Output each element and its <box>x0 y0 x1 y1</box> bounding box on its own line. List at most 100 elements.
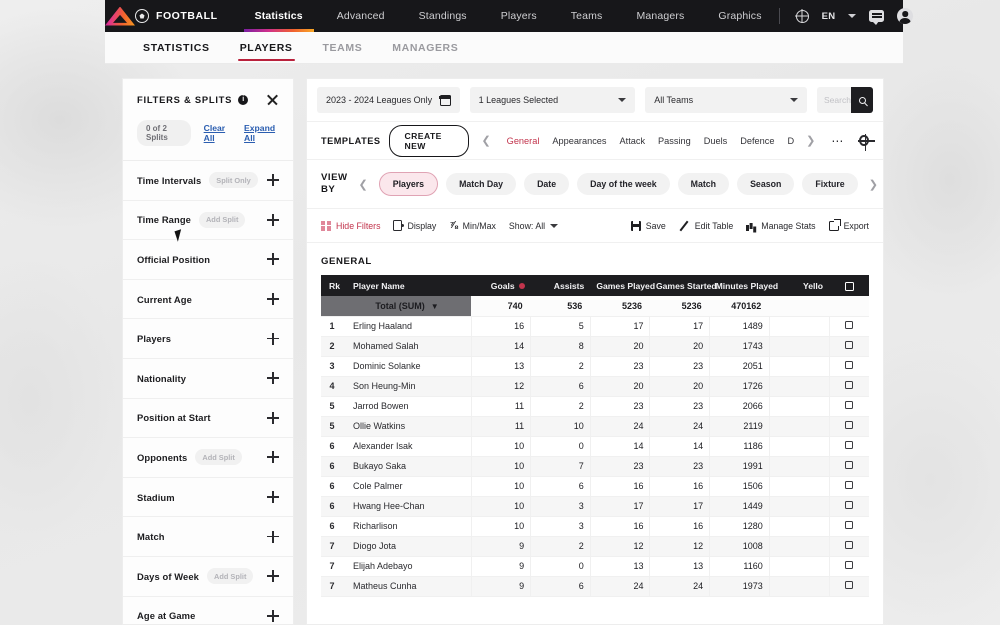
nav-item-managers[interactable]: Managers <box>619 0 701 32</box>
app-logo[interactable] <box>105 7 135 26</box>
sidebar-filter-row[interactable]: Players <box>123 319 293 359</box>
cell-row-checkbox[interactable] <box>829 476 869 496</box>
cell-player-name[interactable]: Alexander Isak <box>343 436 471 456</box>
template-tab-appearances[interactable]: Appearances <box>552 136 606 146</box>
nav-item-advanced[interactable]: Advanced <box>320 0 402 32</box>
minmax-button[interactable]: ⅞ Min/Max <box>449 220 496 231</box>
table-row[interactable]: 5Ollie Watkins111024242119 <box>321 416 869 436</box>
table-row[interactable]: 3Dominic Solanke13223232051 <box>321 356 869 376</box>
cell-row-checkbox[interactable] <box>829 516 869 536</box>
teams-selector[interactable]: All Teams <box>645 87 807 113</box>
language-label[interactable]: EN <box>822 11 836 22</box>
sidebar-filter-row[interactable]: Match <box>123 517 293 557</box>
table-row[interactable]: 2Mohamed Salah14820201743 <box>321 336 869 356</box>
nav-item-statistics[interactable]: Statistics <box>238 0 320 32</box>
clear-all-link[interactable]: Clear All <box>204 123 231 143</box>
view-chip-season[interactable]: Season <box>737 173 794 195</box>
cell-player-name[interactable]: Richarlison <box>343 516 471 536</box>
sport-selector[interactable]: FOOTBALL <box>135 9 218 23</box>
col-player-name[interactable]: Player Name <box>343 275 471 296</box>
totals-label-cell[interactable]: Total (SUM)▼ <box>343 296 471 316</box>
cell-row-checkbox[interactable] <box>829 396 869 416</box>
chat-icon[interactable] <box>869 10 884 22</box>
col-goals[interactable]: Goals <box>471 275 531 296</box>
cell-player-name[interactable]: Mohamed Salah <box>343 336 471 356</box>
col-assists[interactable]: Assists <box>531 275 591 296</box>
view-chip-fixture[interactable]: Fixture <box>802 173 857 195</box>
cell-row-checkbox[interactable] <box>829 316 869 336</box>
plus-icon[interactable] <box>267 372 279 384</box>
checkbox-icon[interactable] <box>845 421 853 429</box>
chevron-left-icon[interactable]: ❮ <box>478 134 493 147</box>
table-row[interactable]: 6Hwang Hee-Chan10317171449 <box>321 496 869 516</box>
col-rank[interactable]: Rk <box>321 275 343 296</box>
sidebar-filter-tag[interactable]: Add Split <box>207 568 253 584</box>
search-input[interactable]: Search <box>817 87 851 113</box>
table-row[interactable]: 4Son Heung-Min12620201726 <box>321 376 869 396</box>
cell-row-checkbox[interactable] <box>829 536 869 556</box>
edit-table-button[interactable]: Edit Table <box>679 220 733 231</box>
template-tab-duels[interactable]: Duels <box>704 136 728 146</box>
plus-icon[interactable] <box>267 610 279 622</box>
cell-row-checkbox[interactable] <box>829 576 869 596</box>
nav-item-standings[interactable]: Standings <box>402 0 484 32</box>
search-button[interactable] <box>851 87 873 113</box>
cell-player-name[interactable]: Dominic Solanke <box>343 356 471 376</box>
view-chip-players[interactable]: Players <box>379 172 438 196</box>
season-selector[interactable]: 2023 - 2024 Leagues Only <box>317 87 460 113</box>
checkbox-icon[interactable] <box>845 441 853 449</box>
info-icon[interactable]: i <box>238 95 248 105</box>
table-row[interactable]: 6Alexander Isak10014141186 <box>321 436 869 456</box>
sidebar-filter-row[interactable]: Days of WeekAdd Split <box>123 557 293 597</box>
cell-row-checkbox[interactable] <box>829 556 869 576</box>
nav-item-graphics[interactable]: Graphics <box>701 0 778 32</box>
tab-teams[interactable]: TEAMS <box>308 32 378 63</box>
cell-player-name[interactable]: Cole Palmer <box>343 476 471 496</box>
sidebar-filter-tag[interactable]: Add Split <box>199 212 245 228</box>
plus-icon[interactable] <box>267 570 279 582</box>
chevron-down-icon[interactable] <box>848 14 856 18</box>
leagues-selector[interactable]: 1 Leagues Selected <box>470 87 636 113</box>
table-row[interactable]: 7Diogo Jota9212121008 <box>321 536 869 556</box>
plus-icon[interactable] <box>267 451 279 463</box>
view-chip-match[interactable]: Match <box>678 173 729 195</box>
plus-icon[interactable] <box>267 253 279 265</box>
manage-stats-button[interactable]: Manage Stats <box>746 221 815 231</box>
cell-row-checkbox[interactable] <box>829 356 869 376</box>
table-row[interactable]: 6Bukayo Saka10723231991 <box>321 456 869 476</box>
col-select-all[interactable] <box>829 275 869 296</box>
cell-player-name[interactable]: Erling Haaland <box>343 316 471 336</box>
sidebar-filter-row[interactable]: Nationality <box>123 359 293 399</box>
template-tab-defence[interactable]: Defence <box>740 136 774 146</box>
col-yellow-cards[interactable]: Yello <box>769 275 829 296</box>
sidebar-filter-row[interactable]: Time IntervalsSplit Only <box>123 161 293 201</box>
cell-row-checkbox[interactable] <box>829 496 869 516</box>
plus-icon[interactable] <box>267 491 279 503</box>
gear-icon[interactable] <box>859 135 869 146</box>
plus-icon[interactable] <box>267 293 279 305</box>
sidebar-filter-row[interactable]: Time RangeAdd Split <box>123 201 293 241</box>
checkbox-icon[interactable] <box>845 541 853 549</box>
cell-player-name[interactable]: Matheus Cunha <box>343 576 471 596</box>
table-row[interactable]: 1Erling Haaland16517171489 <box>321 316 869 336</box>
template-tab-general[interactable]: General <box>507 136 540 146</box>
chevron-left-icon[interactable]: ❮ <box>356 178 371 191</box>
checkbox-icon[interactable] <box>845 401 853 409</box>
table-row[interactable]: 6Richarlison10316161280 <box>321 516 869 536</box>
display-button[interactable]: Display <box>393 220 436 231</box>
create-new-button[interactable]: CREATE NEW <box>389 125 469 157</box>
cell-player-name[interactable]: Jarrod Bowen <box>343 396 471 416</box>
checkbox-icon[interactable] <box>845 481 853 489</box>
plus-icon[interactable] <box>267 214 279 226</box>
table-row[interactable]: 7Matheus Cunha9624241973 <box>321 576 869 596</box>
close-icon[interactable] <box>266 93 279 106</box>
sidebar-filter-row[interactable]: Official Position <box>123 240 293 280</box>
checkbox-icon[interactable] <box>845 501 853 509</box>
view-chip-match-day[interactable]: Match Day <box>446 173 516 195</box>
chevron-right-icon[interactable]: ❯ <box>866 178 881 191</box>
show-all-selector[interactable]: Show: All <box>509 221 558 231</box>
template-tab-attack[interactable]: Attack <box>620 136 646 146</box>
cell-row-checkbox[interactable] <box>829 436 869 456</box>
globe-icon[interactable] <box>796 10 809 23</box>
cell-player-name[interactable]: Hwang Hee-Chan <box>343 496 471 516</box>
